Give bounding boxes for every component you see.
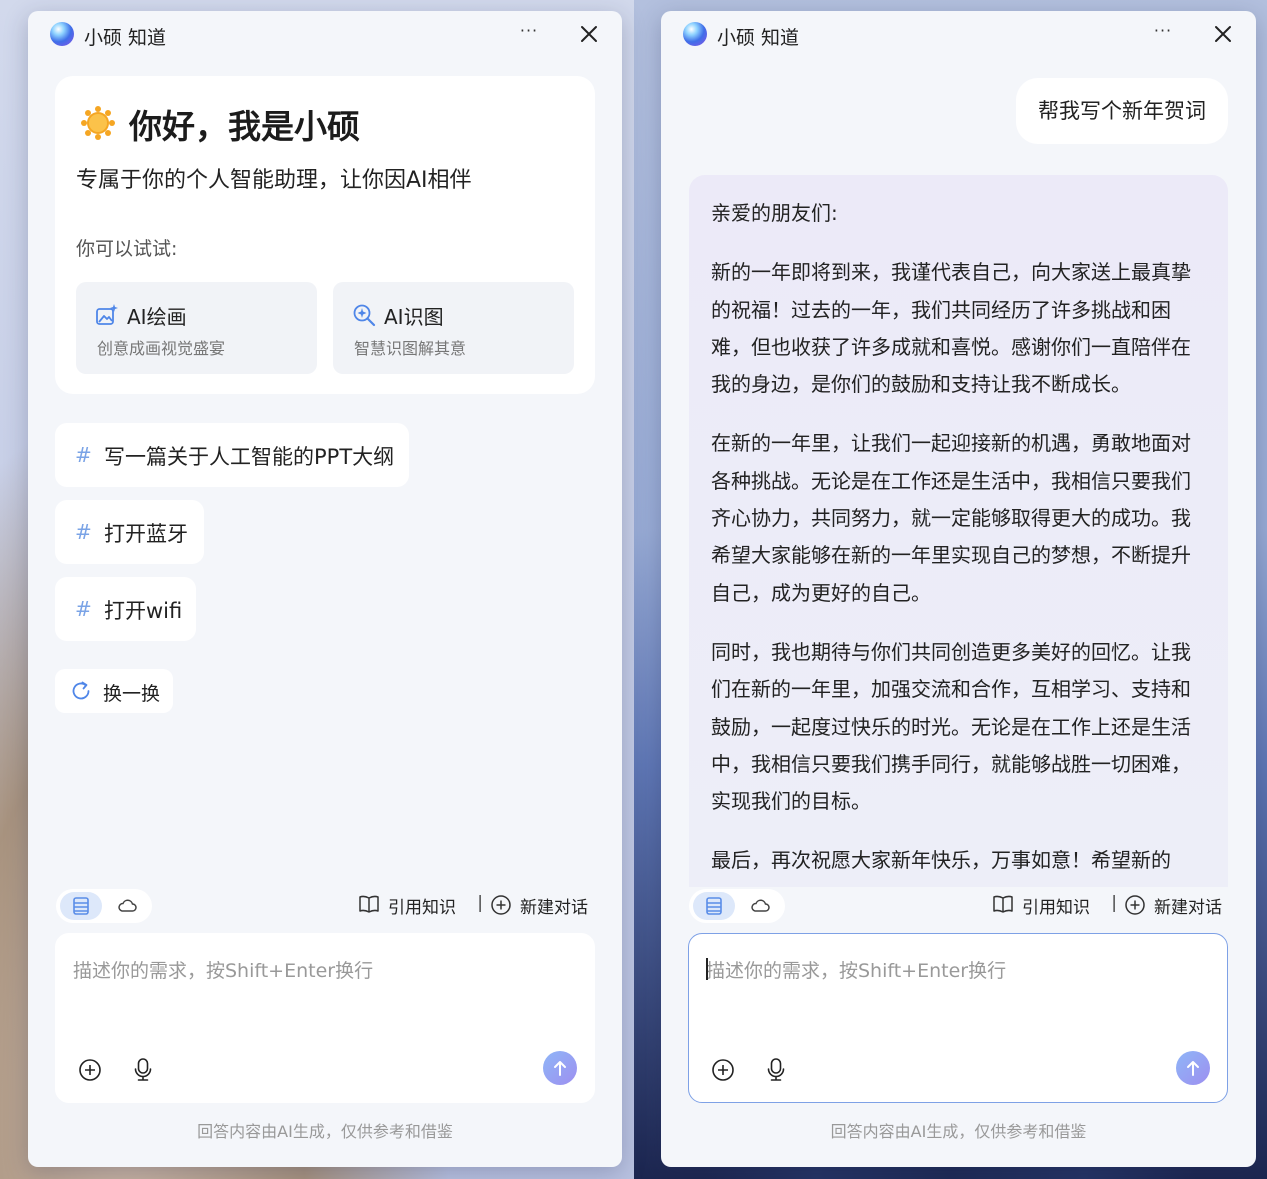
plus-circle-icon	[491, 895, 511, 915]
book-icon	[359, 895, 379, 913]
cloud-icon	[118, 899, 137, 912]
feature-ai-painting[interactable]: AI绘画 创意成画视觉盛宴	[76, 282, 317, 374]
refresh-label: 换一换	[103, 683, 161, 705]
cloud-mode-button[interactable]	[105, 892, 147, 920]
microphone-icon[interactable]	[765, 1057, 787, 1083]
ai-paragraph: 同时，我也期待与你们共同创造更多美好的回忆。让我们在新的一年里，加强交流和合作，…	[711, 639, 1191, 814]
feature-title: AI绘画	[127, 305, 187, 329]
cite-knowledge-button[interactable]: 引用知识	[358, 890, 468, 920]
title-bar: 小硕 知道 ···	[661, 11, 1256, 57]
close-icon[interactable]	[578, 23, 600, 45]
list-icon	[706, 897, 722, 915]
app-title: 小硕 知道	[84, 27, 167, 49]
list-icon	[73, 897, 89, 915]
feature-description: 创意成画视觉盛宴	[97, 339, 226, 358]
try-label: 你可以试试:	[76, 238, 178, 260]
cite-knowledge-label: 引用知识	[1022, 898, 1090, 918]
book-icon	[993, 895, 1013, 913]
cloud-mode-button[interactable]	[738, 892, 780, 920]
user-message-text: 帮我写个新年贺词	[1038, 99, 1206, 123]
toolbar-separator: |	[477, 893, 483, 913]
list-mode-button[interactable]	[693, 892, 735, 920]
new-chat-label: 新建对话	[1154, 898, 1222, 918]
hashtag-icon: #	[75, 443, 92, 467]
suggestion-text: 打开蓝牙	[104, 522, 188, 546]
ai-disclaimer: 回答内容由AI生成，仅供参考和借鉴	[830, 1122, 1087, 1141]
suggestion-chip-wifi[interactable]: # 打开wifi	[55, 577, 196, 641]
microphone-icon[interactable]	[132, 1057, 154, 1083]
list-mode-button[interactable]	[60, 892, 102, 920]
toolbar-separator: |	[1111, 893, 1117, 913]
cite-knowledge-button[interactable]: 引用知识	[992, 890, 1102, 920]
new-chat-button[interactable]: 新建对话	[1124, 890, 1224, 920]
message-input-box[interactable]: 描述你的需求，按Shift+Enter换行	[688, 933, 1228, 1103]
send-button[interactable]	[1176, 1051, 1210, 1085]
suggestion-chip-bluetooth[interactable]: # 打开蓝牙	[55, 500, 204, 564]
cite-knowledge-label: 引用知识	[388, 898, 456, 918]
greeting-subtitle: 专属于你的个人智能助理，让你因AI相伴	[76, 168, 472, 193]
refresh-icon	[72, 681, 90, 700]
ai-paragraph: 最后，再次祝愿大家新年快乐，万事如意！希望新的	[711, 848, 1171, 873]
close-icon[interactable]	[1212, 23, 1234, 45]
message-input-placeholder[interactable]: 描述你的需求，按Shift+Enter换行	[706, 956, 1006, 983]
title-bar: 小硕 知道 ···	[28, 11, 622, 57]
ai-paragraph: 新的一年即将到来，我谨代表自己，向大家送上最真挚的祝福！过去的一年，我们共同经历…	[711, 260, 1191, 397]
plus-circle-icon	[1125, 895, 1145, 915]
suggestion-chip-ppt-outline[interactable]: # 写一篇关于人工智能的PPT大纲	[55, 423, 409, 487]
new-chat-button[interactable]: 新建对话	[490, 890, 590, 920]
ai-response-bubble: 亲爱的朋友们: 新的一年即将到来，我谨代表自己，向大家送上最真挚的祝福！过去的一…	[689, 175, 1228, 887]
new-chat-label: 新建对话	[520, 898, 588, 918]
ai-paragraph: 亲爱的朋友们:	[711, 201, 838, 225]
more-options-button[interactable]: ···	[516, 21, 542, 45]
greeting-title: 你好，我是小硕	[129, 107, 360, 146]
hashtag-icon: #	[75, 597, 92, 621]
feature-title: AI识图	[384, 305, 444, 329]
input-toolbar: 引用知识 | 新建对话	[661, 887, 1256, 923]
assistant-window-conversation: 小硕 知道 ··· 帮我写个新年贺词 亲爱的朋友们: 新的一年即将到来，我谨代表…	[661, 11, 1256, 1167]
mode-toggle	[689, 889, 785, 923]
suggestion-text: 打开wifi	[104, 599, 183, 623]
suggestion-text: 写一篇关于人工智能的PPT大纲	[104, 445, 395, 469]
user-message-bubble: 帮我写个新年贺词	[1016, 78, 1228, 144]
message-input-box[interactable]: 描述你的需求，按Shift+Enter换行	[55, 933, 595, 1103]
hashtag-icon: #	[75, 520, 92, 544]
more-options-button[interactable]: ···	[1150, 21, 1176, 45]
feature-description: 智慧识图解其意	[354, 339, 467, 358]
app-title: 小硕 知道	[717, 27, 800, 49]
app-logo-icon	[50, 22, 74, 46]
ai-paragraph: 在新的一年里，让我们一起迎接新的机遇，勇敢地面对各种挑战。无论是在工作还是生活中…	[711, 431, 1191, 605]
message-input-placeholder[interactable]: 描述你的需求，按Shift+Enter换行	[73, 956, 373, 983]
text-caret	[706, 958, 708, 980]
ai-disclaimer: 回答内容由AI生成，仅供参考和借鉴	[197, 1122, 453, 1141]
input-toolbar: 引用知识 | 新建对话	[28, 887, 622, 923]
mode-toggle	[56, 889, 152, 923]
assistant-window-welcome: 小硕 知道 ··· 你好，我是小硕 专属于你的个人智能助理，让你因AI相伴 你可…	[28, 11, 622, 1167]
arrow-up-icon	[1187, 1061, 1199, 1076]
send-button[interactable]	[543, 1051, 577, 1085]
ai-response-text: 亲爱的朋友们: 新的一年即将到来，我谨代表自己，向大家送上最真挚的祝福！过去的一…	[711, 195, 1201, 887]
add-attachment-icon[interactable]	[78, 1058, 102, 1082]
add-attachment-icon[interactable]	[711, 1058, 735, 1082]
arrow-up-icon	[554, 1061, 566, 1076]
feature-ai-image-recognition[interactable]: AI识图 智慧识图解其意	[333, 282, 574, 374]
image-sparkle-icon	[96, 304, 118, 325]
app-logo-icon	[683, 22, 707, 46]
sun-icon	[81, 106, 115, 140]
cloud-icon	[751, 899, 770, 912]
refresh-suggestions-button[interactable]: 换一换	[55, 669, 173, 713]
magnify-sparkle-icon	[353, 304, 376, 327]
welcome-card: 你好，我是小硕 专属于你的个人智能助理，让你因AI相伴 你可以试试: AI绘画 …	[55, 76, 595, 394]
